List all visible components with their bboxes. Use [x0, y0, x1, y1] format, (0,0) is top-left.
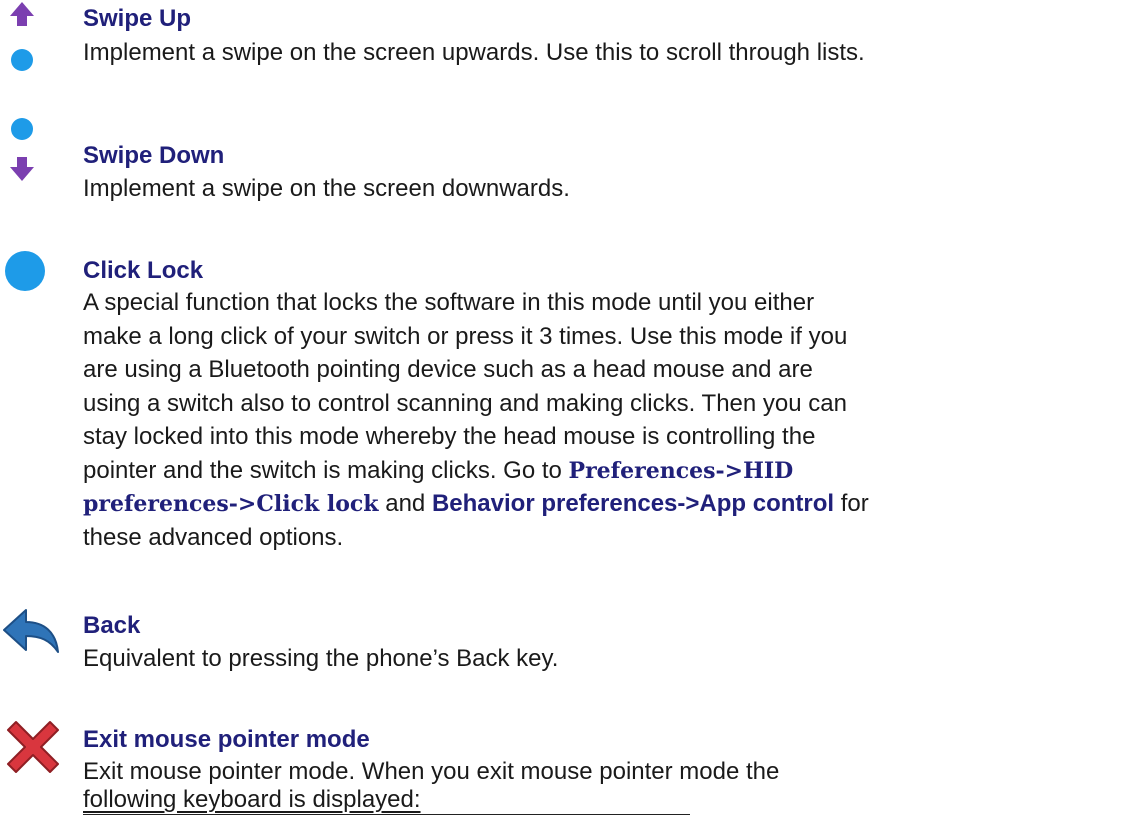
swipe-down-title: Swipe Down	[83, 142, 225, 169]
swipe-down-icon	[10, 118, 34, 181]
exit-title: Exit mouse pointer mode	[83, 726, 370, 753]
entry-back: Back Equivalent to pressing the phone’s …	[0, 590, 1130, 690]
exit-desc-line-2-text: following keyboard is displayed:	[83, 786, 421, 813]
click-lock-line-3: are using a Bluetooth pointing device su…	[83, 356, 813, 383]
swipe-up-title: Swipe Up	[83, 5, 192, 32]
hid-preferences-link-part1: Preferences->HID	[568, 458, 794, 484]
exit-desc-line-2: following keyboard is displayed:	[83, 784, 690, 815]
click-lock-line-8: these advanced options.	[83, 524, 344, 551]
for-text: for	[840, 490, 869, 517]
behavior-preferences-link: Behavior preferences->App control	[431, 490, 835, 517]
swipe-down-desc: Implement a swipe on the screen downward…	[83, 175, 570, 202]
click-lock-icon	[5, 251, 45, 291]
click-lock-line-6-text: pointer and the switch is making clicks.…	[83, 457, 562, 484]
click-lock-line-1: A special function that locks the softwa…	[83, 289, 815, 316]
entry-swipe-up: Swipe Up Implement a swipe on the screen…	[0, 0, 1130, 80]
entry-click-lock: Click Lock A special function that locks…	[0, 220, 1130, 590]
click-lock-line-4: using a switch also to control scanning …	[83, 390, 847, 417]
swipe-up-desc: Implement a swipe on the screen upwards.…	[83, 39, 865, 66]
click-lock-line-6: pointer and the switch is making clicks.…	[83, 455, 793, 487]
swipe-up-icon	[10, 2, 34, 71]
entry-exit-mouse-pointer: Exit mouse pointer mode Exit mouse point…	[0, 700, 1130, 815]
exit-x-icon	[7, 721, 59, 773]
click-lock-line-7: preferences->Click lock and Behavior pre…	[83, 488, 869, 520]
back-desc: Equivalent to pressing the phone’s Back …	[83, 645, 559, 672]
and-text: and	[385, 490, 426, 517]
hid-preferences-link-part2: preferences->Click lock	[83, 491, 379, 517]
back-arrow-icon	[3, 609, 59, 653]
back-title: Back	[83, 612, 141, 639]
click-lock-line-2: make a long click of your switch or pres…	[83, 323, 848, 350]
click-lock-title: Click Lock	[83, 257, 204, 284]
click-lock-line-5: stay locked into this mode whereby the h…	[83, 423, 816, 450]
entry-swipe-down: Swipe Down Implement a swipe on the scre…	[0, 105, 1130, 202]
exit-desc-line-1: Exit mouse pointer mode. When you exit m…	[83, 758, 780, 785]
